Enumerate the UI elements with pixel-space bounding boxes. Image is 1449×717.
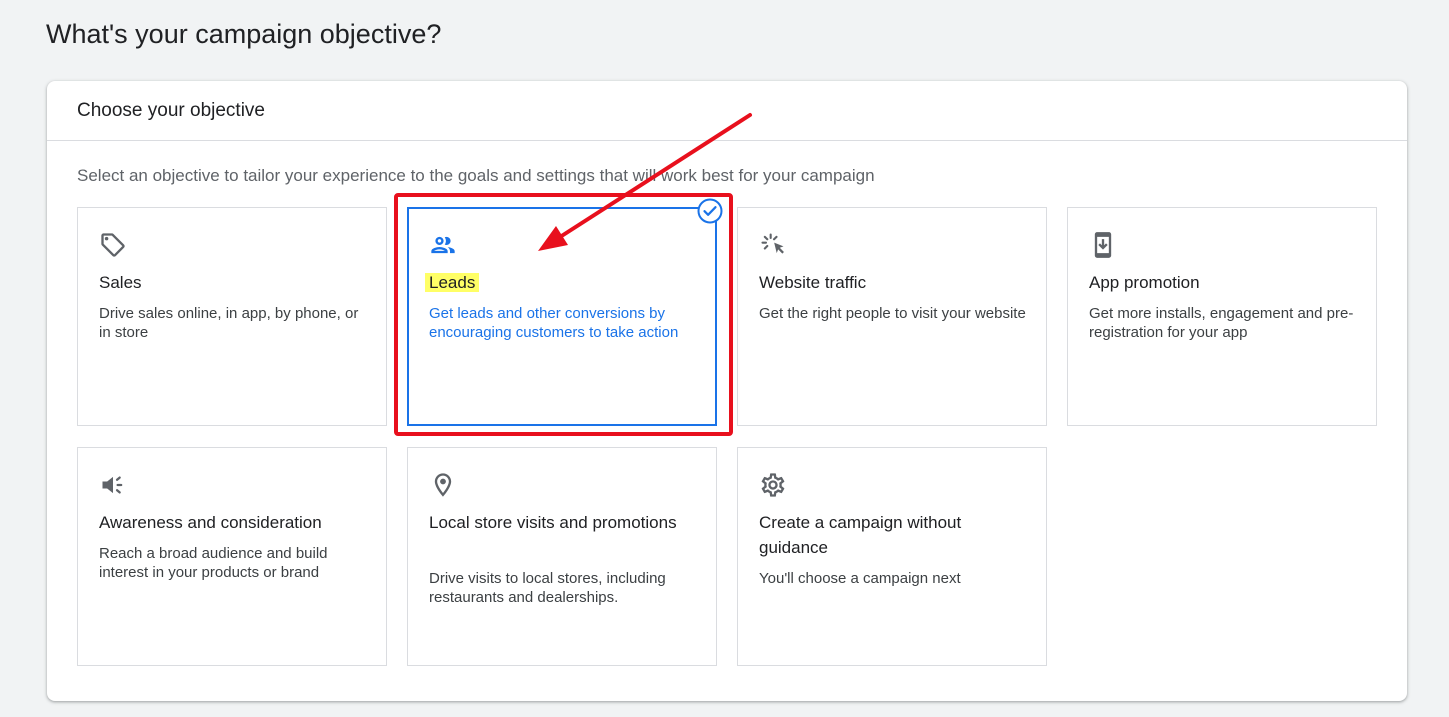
objective-card-website-traffic[interactable]: Website traffic Get the right people to … — [737, 207, 1047, 426]
objective-title: Leads — [425, 270, 699, 295]
objective-card-leads[interactable]: Leads Get leads and other conversions by… — [407, 198, 723, 426]
megaphone-icon — [102, 476, 123, 494]
objective-description: Drive visits to local stores, including … — [429, 570, 666, 606]
objective-description: Drive sales online, in app, by phone, or… — [99, 305, 359, 341]
tag-icon — [101, 233, 125, 257]
objective-card-local-store-visits[interactable]: Local store visits and promotions Drive … — [407, 447, 717, 666]
objective-description: Reach a broad audience and build interes… — [99, 545, 328, 581]
objective-title: Website traffic — [759, 273, 867, 292]
phone-download-icon — [1094, 232, 1112, 258]
cursor-click-icon — [761, 233, 784, 254]
objective-card-app-promotion[interactable]: App promotion Get more installs, engagem… — [1067, 207, 1377, 426]
objective-title: Local store visits and promotions — [429, 513, 677, 532]
objective-description: Get more installs, engagement and pre-re… — [1089, 305, 1354, 341]
objective-description: You'll choose a campaign next — [759, 570, 961, 587]
objective-card-awareness[interactable]: Awareness and consideration Reach a broa… — [77, 447, 387, 666]
people-icon — [431, 236, 455, 254]
objective-panel: Choose your objective Select an objectiv… — [47, 81, 1407, 701]
objective-title: Create a campaign without guidance — [759, 513, 962, 557]
gear-icon — [761, 473, 785, 497]
objective-card-no-guidance[interactable]: Create a campaign without guidance You'l… — [737, 447, 1047, 666]
objective-description: Get leads and other conversions by encou… — [429, 305, 679, 341]
objective-title: Sales — [99, 273, 142, 292]
panel-subtitle: Select an objective to tailor your exper… — [77, 166, 875, 185]
leads-title-highlight: Leads — [425, 273, 480, 292]
objective-card-sales[interactable]: Sales Drive sales online, in app, by pho… — [77, 207, 387, 426]
page-title: What's your campaign objective? — [46, 19, 442, 49]
panel-header: Choose your objective — [47, 81, 1407, 141]
location-pin-icon — [434, 473, 452, 497]
objective-description: Get the right people to visit your websi… — [759, 305, 1026, 322]
objective-title: App promotion — [1089, 273, 1200, 292]
objective-title: Awareness and consideration — [99, 513, 322, 532]
check-circle-icon — [697, 198, 723, 224]
panel-title: Choose your objective — [77, 100, 265, 121]
